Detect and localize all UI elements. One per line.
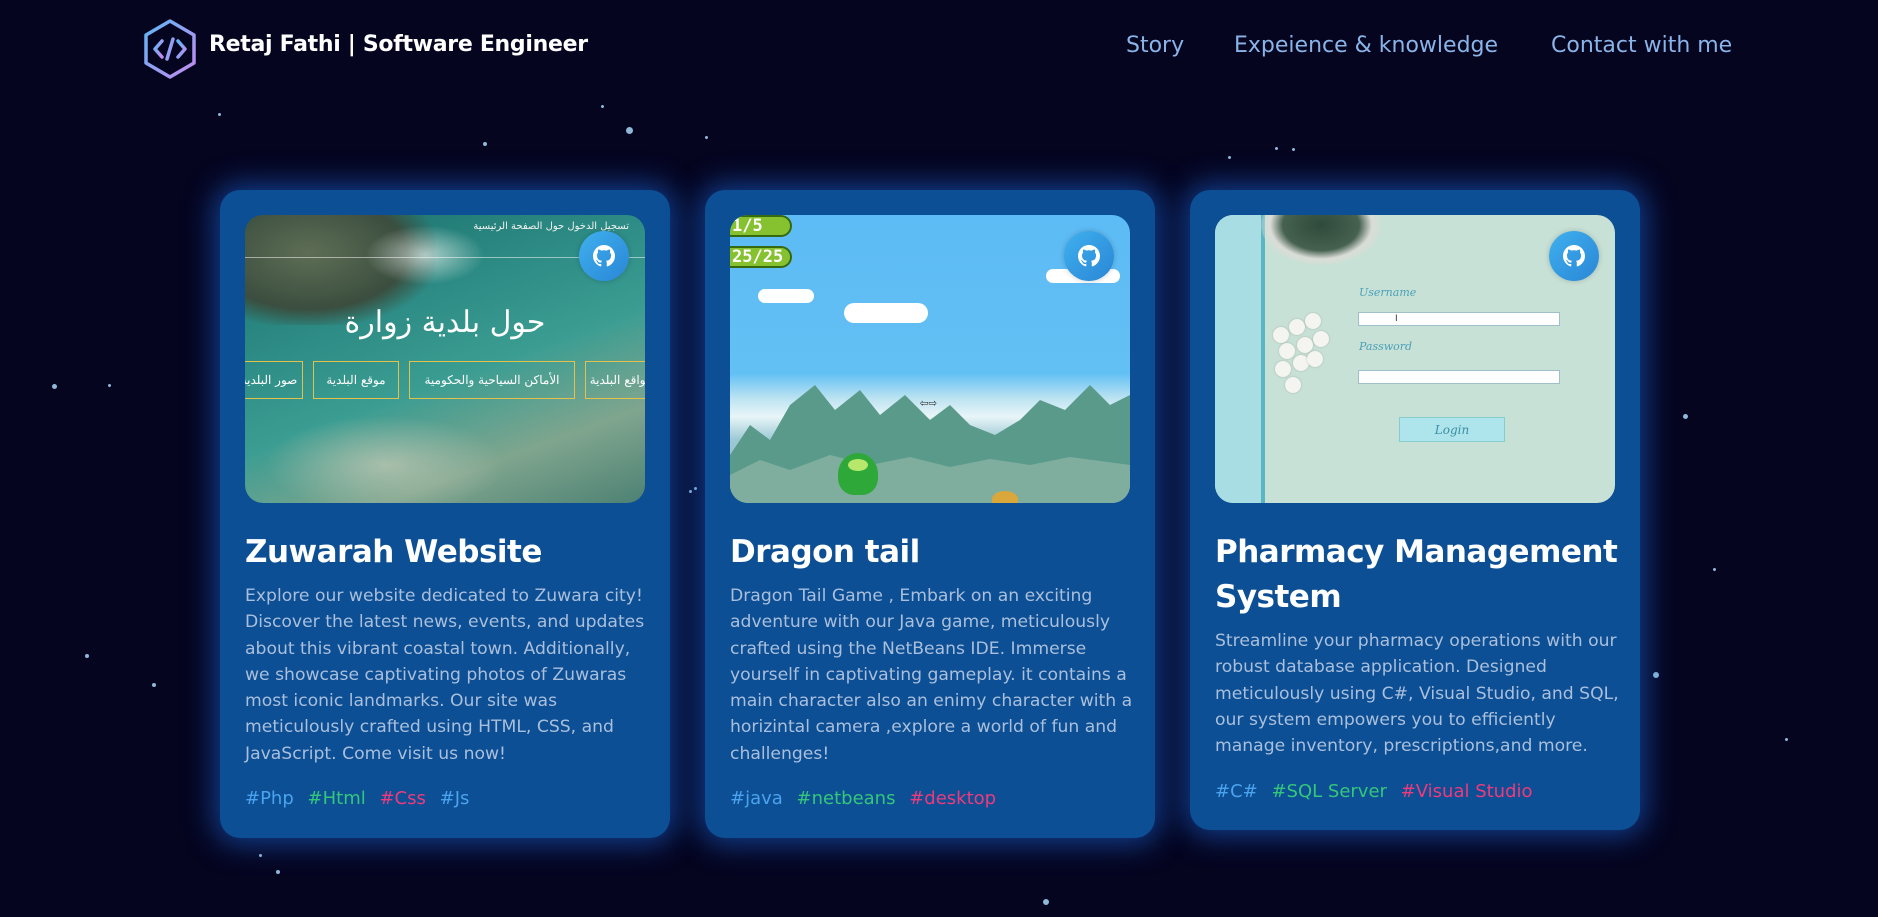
github-icon <box>1563 245 1585 267</box>
screenshot-username-field: I <box>1358 312 1560 326</box>
project-description: Explore our website dedicated to Zuwara … <box>245 586 645 764</box>
code-brackets-icon[interactable] <box>142 18 198 80</box>
project-card-pharmacy: Username I Password Login Pharmacy Manag… <box>1190 190 1640 830</box>
tag-php[interactable]: #Php <box>245 788 294 809</box>
nav-story[interactable]: Story <box>1126 33 1184 58</box>
tag-desktop[interactable]: #desktop <box>909 788 996 809</box>
arrow-keys-hint: ⇦⇨ <box>920 395 937 411</box>
tag-sql-server[interactable]: #SQL Server <box>1271 781 1386 802</box>
tag-csharp[interactable]: #C# <box>1215 781 1258 802</box>
github-icon <box>1078 245 1100 267</box>
nav-experience[interactable]: Expeience & knowledge <box>1234 33 1498 58</box>
screenshot-password-label: Password <box>1359 340 1413 353</box>
project-description: Dragon Tail Game , Embark on an exciting… <box>730 586 1133 764</box>
github-link-button[interactable] <box>1064 231 1114 281</box>
tag-visual-studio[interactable]: #Visual Studio <box>1401 781 1533 802</box>
github-link-button[interactable] <box>1549 231 1599 281</box>
project-tags: #java #netbeans #desktop <box>730 788 1004 809</box>
screenshot-login-button: Login <box>1399 417 1505 442</box>
dragon-character <box>838 453 878 495</box>
screenshot-password-field <box>1358 370 1560 384</box>
tag-html[interactable]: #Html <box>308 788 366 809</box>
screenshot-button: مواقع البلدية <box>585 361 645 399</box>
project-tags: #C# #SQL Server #Visual Studio <box>1215 781 1541 802</box>
project-title: Dragon tail <box>730 534 920 570</box>
github-icon <box>593 245 615 267</box>
site-brand[interactable]: Retaj Fathi | Software Engineer <box>209 32 588 57</box>
project-screenshot: Username I Password Login <box>1215 215 1615 503</box>
screenshot-button: الأماكن السياحية والحكومية <box>409 361 575 399</box>
tag-css[interactable]: #Css <box>379 788 425 809</box>
tag-js[interactable]: #Js <box>440 788 470 809</box>
project-tags: #Php #Html #Css #Js <box>245 788 477 809</box>
hud-health: 25/25 <box>730 246 792 268</box>
project-screenshot: 1/5 25/25 ⇦⇨ <box>730 215 1130 503</box>
screenshot-heading: حول بلدية زوارة <box>344 305 546 340</box>
project-card-dragon-tail: 1/5 25/25 ⇦⇨ Dragon tail Dragon Tail Gam… <box>705 190 1155 838</box>
screenshot-button: صور البلدية <box>245 361 303 399</box>
enemy-character <box>992 491 1018 503</box>
site-header: Retaj Fathi | Software Engineer Story Ex… <box>0 0 1878 96</box>
hud-lives: 1/5 <box>730 215 792 237</box>
project-card-zuwarah: تسجيل الدخول حول الصفحة الرئيسية حول بلد… <box>220 190 670 838</box>
project-screenshot: تسجيل الدخول حول الصفحة الرئيسية حول بلد… <box>245 215 645 503</box>
screenshot-button: موقع البلدية <box>313 361 399 399</box>
tag-netbeans[interactable]: #netbeans <box>797 788 896 809</box>
project-title: Zuwarah Website <box>245 534 542 570</box>
project-title: Pharmacy Management System <box>1215 534 1618 615</box>
github-link-button[interactable] <box>579 231 629 281</box>
nav-contact[interactable]: Contact with me <box>1551 33 1732 58</box>
tag-java[interactable]: #java <box>730 788 783 809</box>
project-description: Streamline your pharmacy operations with… <box>1215 631 1619 757</box>
screenshot-username-label: Username <box>1359 286 1417 299</box>
